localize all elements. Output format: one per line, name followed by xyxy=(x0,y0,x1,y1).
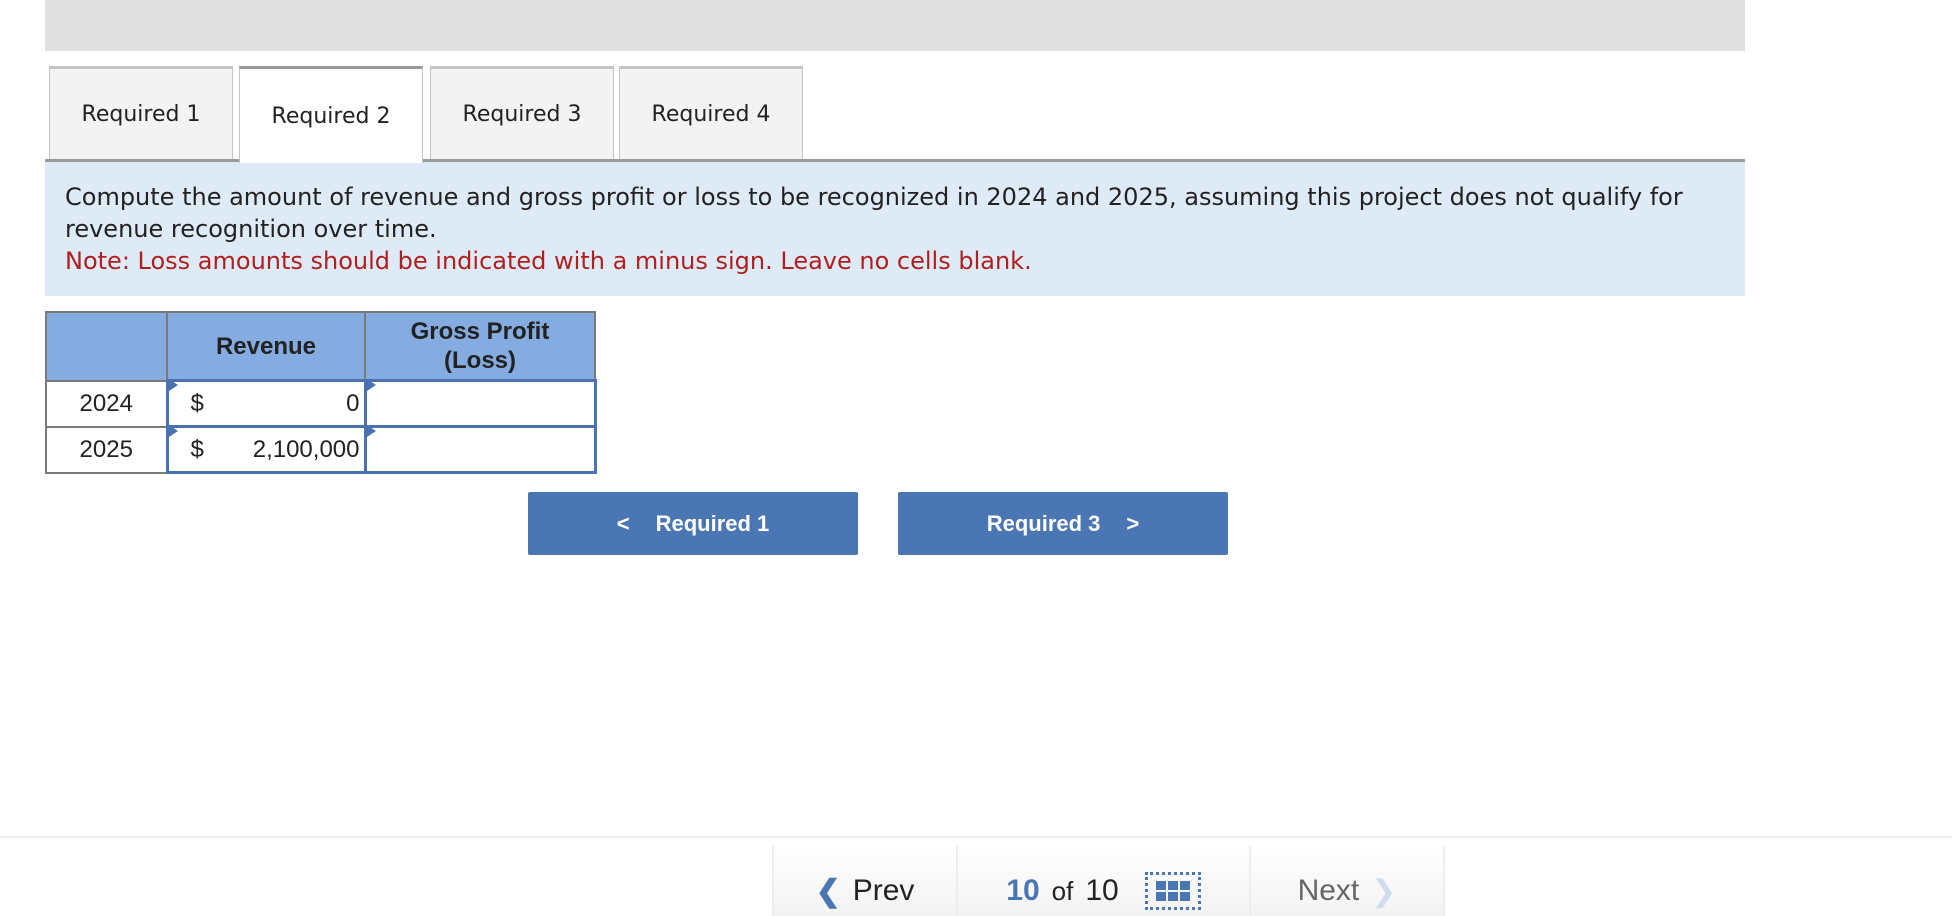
gross-profit-value xyxy=(367,428,594,471)
chevron-left-icon: < xyxy=(616,510,630,536)
year-cell: 2025 xyxy=(45,425,168,474)
header-gross-profit: Gross Profit (Loss) xyxy=(364,311,596,382)
of-label: of xyxy=(1051,875,1074,906)
next-required-button[interactable]: Required 3 > xyxy=(898,492,1228,555)
header-gross-profit-label: Gross Profit (Loss) xyxy=(410,318,550,374)
gross-profit-value xyxy=(367,382,594,425)
next-required-label: Required 3 xyxy=(986,510,1101,536)
revenue-input-2024[interactable]: $0 xyxy=(165,379,367,428)
tab-required-4[interactable]: Required 4 xyxy=(619,66,803,160)
revenue-value: 0 xyxy=(346,389,360,417)
answer-table: Revenue Gross Profit (Loss) 2024 $0 2025… xyxy=(45,311,597,474)
instructions-text: Compute the amount of revenue and gross … xyxy=(65,183,1683,243)
chevron-left-icon: ❮ xyxy=(815,874,841,908)
prev-label: Prev xyxy=(852,874,915,907)
next-label: Next xyxy=(1297,874,1360,907)
footer-prev-button[interactable]: ❮ Prev xyxy=(772,846,958,916)
footer-divider xyxy=(0,836,1952,838)
total-pages: 10 xyxy=(1085,874,1119,907)
chevron-right-icon: ❯ xyxy=(1371,874,1397,908)
revenue-input-2025[interactable]: $2,100,000 xyxy=(165,425,367,474)
question-header-bar xyxy=(45,0,1745,51)
tab-required-2[interactable]: Required 2 xyxy=(239,66,423,163)
tab-required-1[interactable]: Required 1 xyxy=(49,66,233,160)
prev-required-label: Required 1 xyxy=(655,510,770,536)
tab-required-3[interactable]: Required 3 xyxy=(430,66,614,160)
gross-profit-input-2024[interactable] xyxy=(363,379,597,428)
header-blank xyxy=(45,311,168,382)
year-cell: 2024 xyxy=(45,379,168,428)
table-row: 2025 $2,100,000 xyxy=(45,425,597,474)
current-page: 10 xyxy=(1006,874,1040,907)
table-row: 2024 $0 xyxy=(45,379,597,428)
footer-page-indicator: 10 of 10 xyxy=(956,846,1251,916)
currency-symbol: $ xyxy=(190,389,204,417)
revenue-value: 2,100,000 xyxy=(252,435,360,463)
footer-next-button[interactable]: Next ❯ xyxy=(1249,846,1445,916)
instructions-note: Note: Loss amounts should be indicated w… xyxy=(65,247,1032,275)
grid-icon[interactable] xyxy=(1144,872,1201,910)
prev-required-button[interactable]: < Required 1 xyxy=(528,492,858,555)
header-revenue: Revenue xyxy=(166,311,366,382)
gross-profit-input-2025[interactable] xyxy=(363,425,597,474)
instructions-panel: Compute the amount of revenue and gross … xyxy=(45,162,1745,296)
chevron-right-icon: > xyxy=(1126,510,1140,536)
currency-symbol: $ xyxy=(190,435,204,463)
